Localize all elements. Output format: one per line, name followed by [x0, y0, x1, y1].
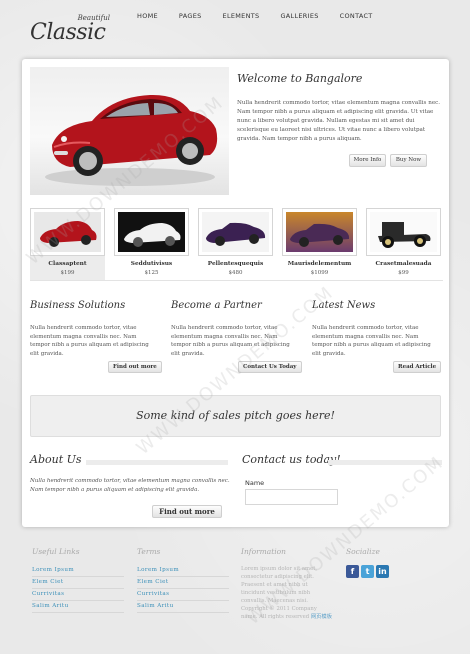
sales-pitch-banner: Some kind of sales pitch goes here!	[30, 395, 441, 437]
footer-link[interactable]: Elem Ciet	[32, 577, 124, 589]
footer-link[interactable]: Lorem Ipsum	[32, 565, 124, 577]
latest-news-text: Nulla hendrerit commodo tortor, vitae el…	[312, 325, 431, 357]
logo-title: Classic	[30, 20, 106, 45]
about-us-text: Nulla hendrerit commodo tortor, vitae el…	[30, 478, 230, 493]
thumb-price: $125	[144, 270, 159, 276]
about-us-rule	[86, 460, 228, 465]
footer-terms: Terms Lorem Ipsum Elem Ciet Currivitas S…	[137, 547, 229, 613]
thumb-name: Maurisdelementum	[287, 261, 352, 267]
footer-useful-links-title: Useful Links	[32, 547, 80, 556]
thumb-item[interactable]: Pellentesquequis $480	[198, 208, 273, 280]
footer-link[interactable]: Currivitas	[32, 589, 124, 601]
about-find-out-more-button[interactable]: Find out more	[152, 505, 222, 518]
nav-contact[interactable]: CONTACT	[340, 12, 373, 20]
footer-socialize-title: Socialize	[346, 547, 380, 556]
footer-link[interactable]: Elem Ciet	[137, 577, 229, 589]
thumb-item[interactable]: Classaptent $199	[30, 208, 105, 280]
car-thumbnail-image	[118, 212, 185, 252]
car-thumbnail-image	[286, 212, 353, 252]
latest-news-title: Latest News	[312, 300, 376, 311]
buy-now-button[interactable]: Buy Now	[390, 154, 427, 167]
footer-rights: All rights reserved	[259, 614, 310, 620]
business-solutions-title: Business Solutions	[30, 300, 126, 311]
thumb-price: $1099	[310, 270, 329, 276]
read-article-button[interactable]: Read Article	[393, 361, 442, 373]
thumb-price: $199	[60, 270, 75, 276]
social-icons: f t in	[346, 565, 438, 578]
find-out-more-button[interactable]: Find out more	[108, 361, 162, 373]
thumb-name: Pellentesquequis	[207, 261, 264, 267]
contact-rule	[328, 460, 442, 465]
thumb-frame	[30, 208, 105, 256]
about-us-title: About Us	[30, 453, 82, 466]
contact-title: Contact us today!	[242, 453, 341, 466]
thumb-price: $480	[228, 270, 243, 276]
footer-link[interactable]: Lorem Ipsum	[137, 565, 229, 577]
thumb-item[interactable]: Maurisdelementum $1099	[282, 208, 357, 280]
contact-us-today-button[interactable]: Contact Us Today	[238, 361, 302, 373]
thumb-name: Classaptent	[48, 261, 87, 267]
footer-link[interactable]: Salim Aritu	[137, 601, 229, 613]
business-solutions-text: Nulla hendrerit commodo tortor, vitae el…	[30, 325, 149, 357]
car-thumbnails: Classaptent $199 Seddutivisus $125 Pelle…	[30, 208, 443, 280]
footer-terms-title: Terms	[137, 547, 161, 556]
footer-information: Information Lorem ipsum dolor sit amet, …	[241, 547, 333, 621]
thumb-frame	[114, 208, 189, 256]
site-logo[interactable]: Beautiful Classic	[30, 14, 110, 50]
footer-useful-links: Useful Links Lorem Ipsum Elem Ciet Curri…	[32, 547, 124, 613]
thumb-price: $99	[398, 270, 409, 276]
name-label: Name	[245, 479, 265, 487]
thumb-name: Seddutivisus	[130, 261, 173, 267]
become-partner-title: Become a Partner	[171, 300, 262, 311]
footer-information-text: Lorem ipsum dolor sit amet, consectetur …	[241, 565, 333, 621]
nav-elements[interactable]: ELEMENTS	[223, 12, 260, 20]
thumb-frame	[282, 208, 357, 256]
car-thumbnail-image	[34, 212, 101, 252]
footer-socialize: Socialize f t in	[346, 547, 438, 578]
facebook-icon[interactable]: f	[346, 565, 359, 578]
hero-car-image	[30, 67, 229, 195]
hero-title: Welcome to Bangalore	[237, 72, 363, 85]
linkedin-icon[interactable]: in	[376, 565, 389, 578]
thumb-item[interactable]: Seddutivisus $125	[114, 208, 189, 280]
footer-link[interactable]: Salim Aritu	[32, 601, 124, 613]
footer-link[interactable]: Currivitas	[137, 589, 229, 601]
name-input[interactable]	[245, 489, 338, 505]
main-nav: HOME PAGES ELEMENTS GALLERIES CONTACT	[137, 12, 394, 20]
nav-pages[interactable]: PAGES	[179, 12, 202, 20]
thumb-item[interactable]: Crasetmalesuada $99	[366, 208, 441, 280]
thumb-name: Crasetmalesuada	[375, 261, 432, 267]
thumb-frame	[366, 208, 441, 256]
thumb-frame	[198, 208, 273, 256]
car-thumbnail-image	[370, 212, 437, 252]
nav-galleries[interactable]: GALLERIES	[280, 12, 318, 20]
twitter-icon[interactable]: t	[361, 565, 374, 578]
divider	[30, 280, 443, 281]
footer-rights-link[interactable]: 网页模板	[311, 614, 332, 620]
footer-info-body: Lorem ipsum dolor sit amet, consectetur …	[241, 566, 318, 604]
main-panel: Welcome to Bangalore Nulla hendrerit com…	[22, 59, 449, 527]
footer-information-title: Information	[241, 547, 287, 556]
more-info-button[interactable]: More Info	[349, 154, 386, 167]
nav-home[interactable]: HOME	[137, 12, 158, 20]
hero-text: Nulla hendrerit commodo tortor, vitae el…	[237, 100, 441, 142]
car-thumbnail-image	[202, 212, 269, 252]
become-partner-text: Nulla hendrerit commodo tortor, vitae el…	[171, 325, 290, 357]
